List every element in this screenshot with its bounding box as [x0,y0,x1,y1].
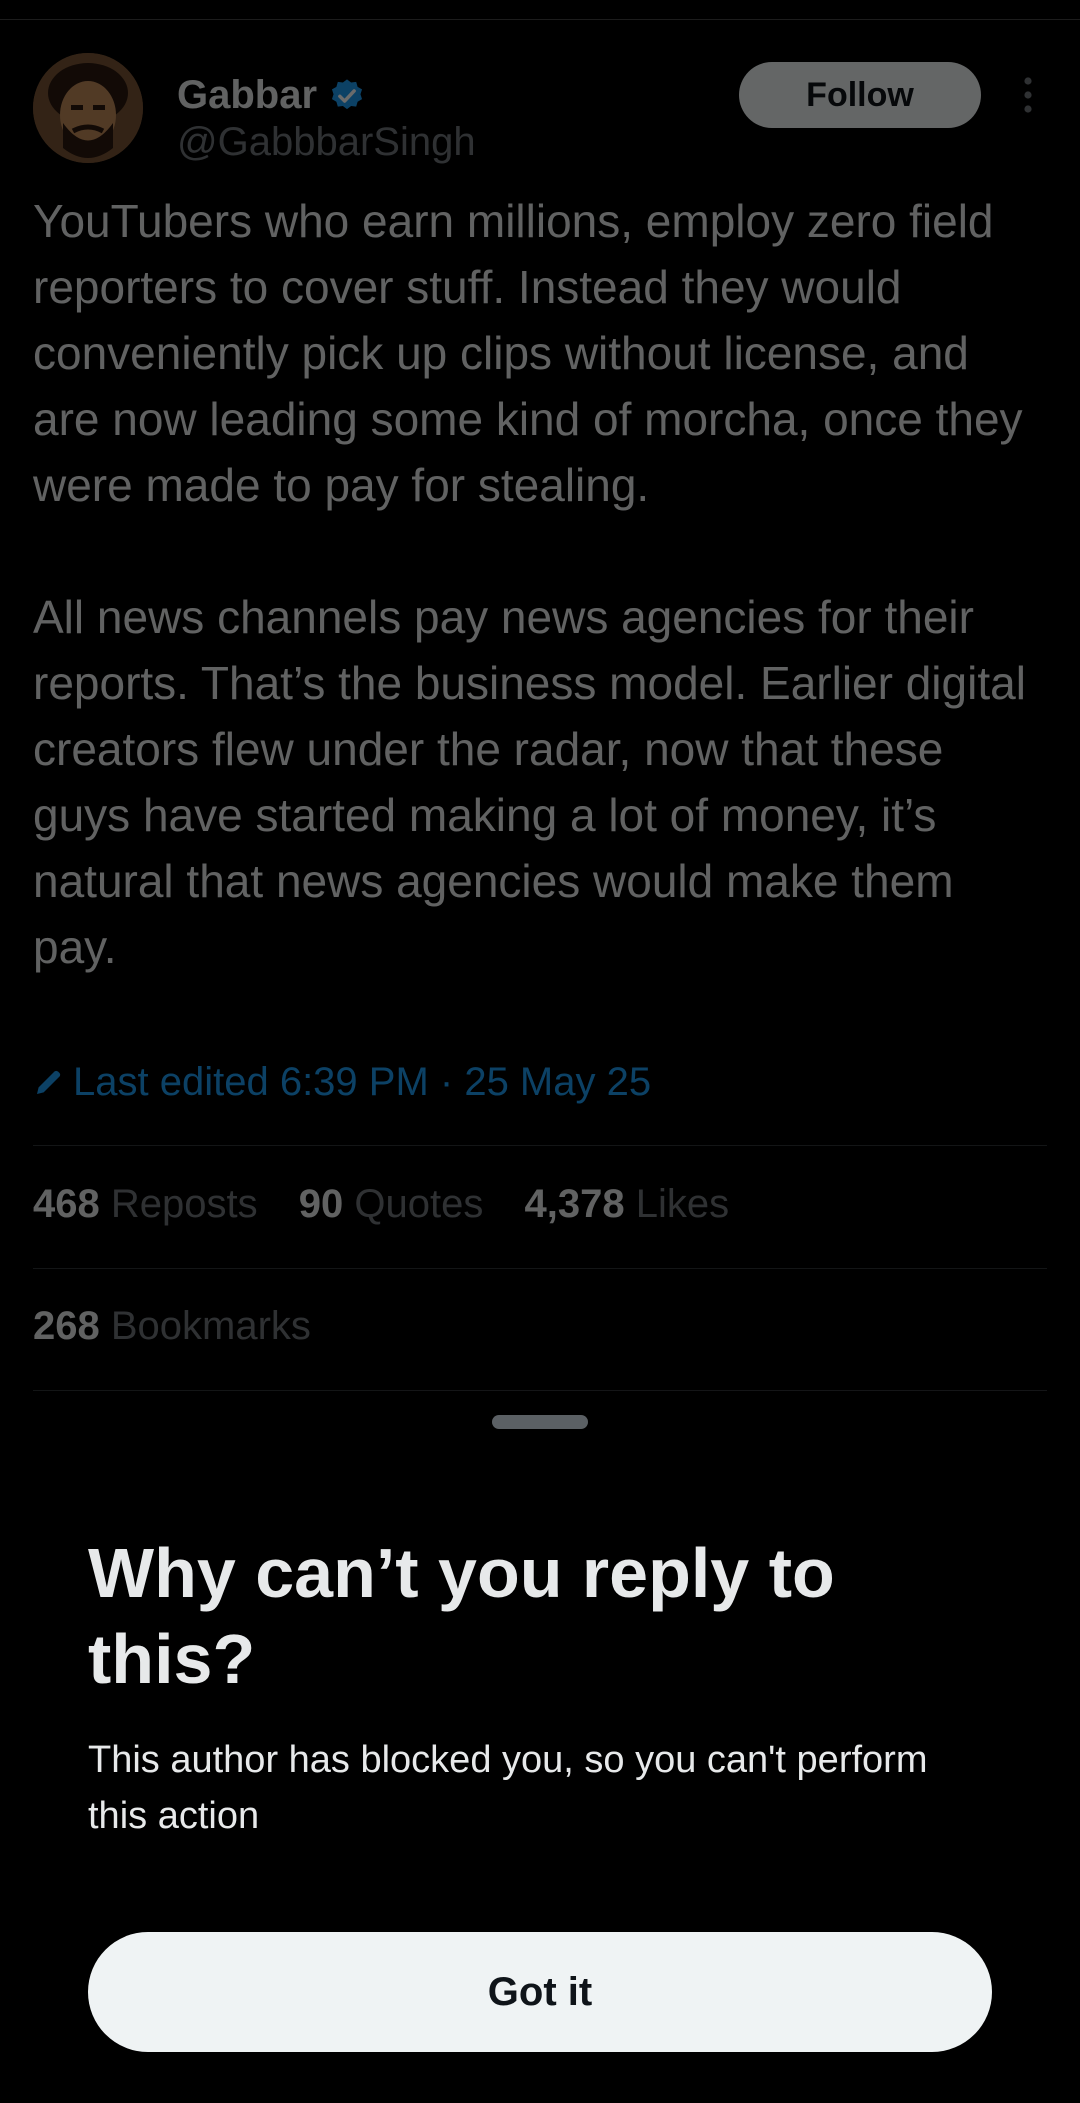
likes-label: Likes [635,1182,730,1226]
verified-badge-icon [331,78,362,109]
sheet-drag-handle[interactable] [492,1415,588,1429]
reposts-stat[interactable]: 468 Reposts [33,1182,258,1226]
engagement-stats: 468 Reposts 90 Quotes 4,378 Likes [33,1182,759,1227]
tweet-author-row: Gabbar @GabbbarSingh Follow [33,53,1047,165]
likes-stat[interactable]: 4,378 Likes [524,1182,729,1226]
reposts-label: Reposts [110,1182,258,1226]
more-vertical-icon[interactable] [1017,75,1039,115]
avatar-portrait-icon [33,53,143,163]
quotes-label: Quotes [354,1182,484,1226]
tweet-card: Gabbar @GabbbarSingh Follow YouTubers wh… [0,20,1080,1400]
bookmarks-stat[interactable]: 268 Bookmarks [33,1304,311,1349]
divider [33,1268,1047,1269]
last-edited-text: Last edited 6:39 PM · 25 May 25 [73,1060,652,1104]
bookmarks-count: 268 [33,1304,100,1348]
top-divider [0,0,1080,20]
avatar[interactable] [33,53,143,163]
tweet-paragraph: All news channels pay news agencies for … [33,591,1026,973]
author-handle[interactable]: @GabbbarSingh [177,120,476,165]
got-it-button[interactable]: Got it [88,1932,992,2052]
quotes-count: 90 [298,1182,344,1226]
last-edited-link[interactable]: Last edited 6:39 PM · 25 May 25 [33,1060,651,1105]
sheet-description: This author has blocked you, so you can'… [88,1739,928,1837]
author-display-name[interactable]: Gabbar [177,73,317,118]
tweet-text: YouTubers who earn millions, employ zero… [33,188,1043,980]
author-names: Gabbar @GabbbarSingh [177,73,476,165]
quotes-stat[interactable]: 90 Quotes [299,1182,484,1226]
divider [33,1390,1047,1391]
likes-count: 4,378 [524,1182,625,1226]
follow-button[interactable]: Follow [739,62,981,128]
tweet-paragraph: YouTubers who earn millions, employ zero… [33,195,1023,511]
bookmarks-label: Bookmarks [110,1304,311,1348]
divider [33,1145,1047,1146]
pencil-icon [37,1070,61,1094]
sheet-title: Why can’t you reply to this? [88,1534,835,1698]
reposts-count: 468 [33,1182,100,1226]
